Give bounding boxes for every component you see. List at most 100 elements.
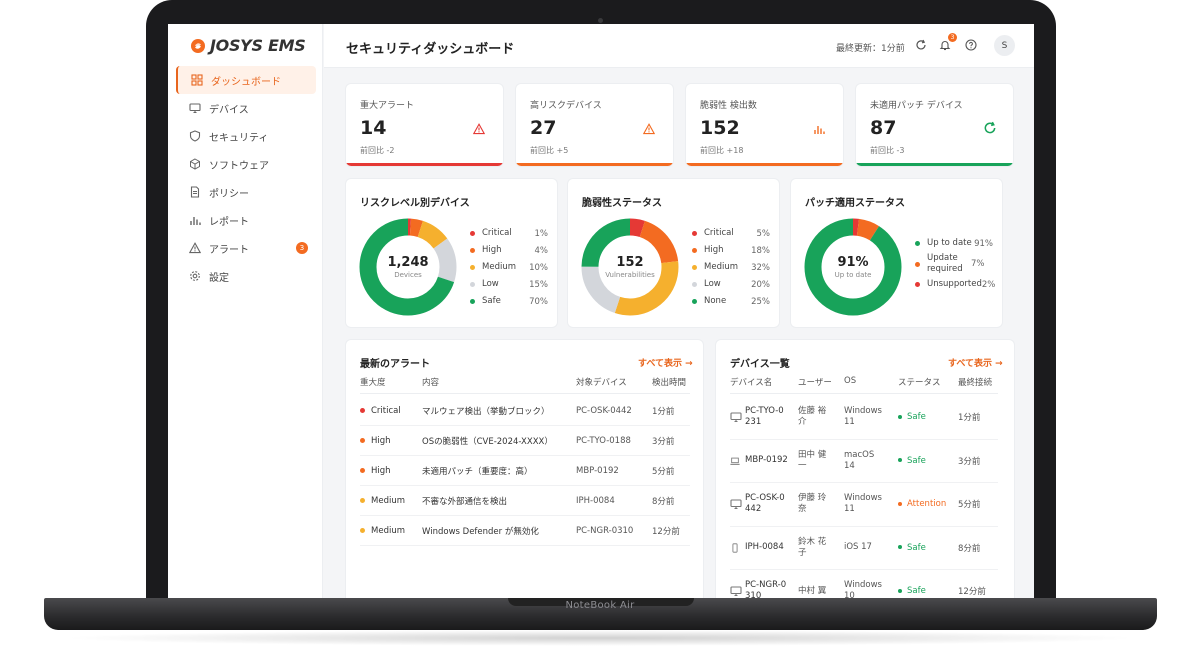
- device-status: Safe: [898, 586, 958, 596]
- donut-chart: [359, 218, 457, 316]
- chart-legend: Critical 5% High 18% Medium 32% Low 20% None 25%: [692, 225, 770, 310]
- table-row[interactable]: High 未適用パッチ（重要度：高） MBP-0192 5分前: [360, 456, 690, 486]
- device-last-seen: 8分前: [958, 543, 981, 554]
- sidebar-item-label: レポート: [209, 216, 249, 228]
- severity-label: High: [371, 435, 391, 446]
- monitor-icon: [188, 101, 202, 115]
- kpi-accent-bar: [346, 163, 503, 166]
- table-row[interactable]: Medium 不審な外部通信を検出 IPH-0084 8分前: [360, 486, 690, 516]
- sidebar-item-5[interactable]: レポート: [176, 206, 316, 234]
- chart-title: リスクレベル別デバイス: [360, 198, 470, 209]
- kpi-accent-bar: [856, 163, 1013, 166]
- sidebar-item-1[interactable]: デバイス: [176, 94, 316, 122]
- monitor-icon: [730, 411, 742, 423]
- table-row[interactable]: High OSの脆弱性（CVE-2024-XXXX） PC-TYO-0188 3分前: [360, 426, 690, 456]
- alert-time: 5分前: [652, 466, 675, 477]
- chart-legend: Critical 1% High 4% Medium 10% Low 15% Safe 70%: [470, 225, 548, 310]
- kpi-value: 152: [700, 117, 740, 139]
- legend-dot: [470, 231, 475, 236]
- devices-card: デバイス一覧 すべて表示 → デバイス名 ユーザー OS ステータス 最終接続 PC-T…: [716, 340, 1014, 598]
- legend-dot: [692, 248, 697, 253]
- column-header: OS: [844, 376, 857, 386]
- column-header: デバイス名: [730, 378, 773, 388]
- shield-icon: [188, 129, 202, 143]
- legend-value: 25%: [751, 296, 770, 307]
- severity-dot: [360, 467, 365, 473]
- table-row[interactable]: PC-TYO-0231 佐藤 裕介 Windows 11 Safe 1分前: [730, 396, 998, 440]
- laptop-shadow: [60, 630, 1140, 646]
- donut-card: リスクレベル別デバイス 1,248 Devices Critical 1% High 4% M…: [346, 179, 557, 327]
- device-user: 田中 健一: [798, 449, 827, 471]
- alert-content: OSの脆弱性（CVE-2024-XXXX）: [422, 436, 553, 447]
- alerts-table-body: Critical マルウェア検出（挙動ブロック） PC-OSK-0442 1分前 Hig…: [360, 396, 690, 546]
- sidebar-item-3[interactable]: ソフトウェア: [176, 150, 316, 178]
- kpi-accent-bar: [686, 163, 843, 166]
- legend-value: 15%: [529, 279, 548, 290]
- table-row[interactable]: Medium Windows Defender が無効化 PC-NGR-0310 12…: [360, 516, 690, 546]
- severity-label: High: [371, 465, 391, 476]
- device-name-cell: PC-NGR-0310: [730, 580, 798, 598]
- alerts-table-header: 重大度 内容 対象デバイス 検出時間: [360, 376, 690, 394]
- user-avatar[interactable]: S: [994, 35, 1015, 56]
- last-updated: 最終更新：1分前: [836, 44, 905, 54]
- devices-see-all-link[interactable]: すべて表示 →: [948, 356, 1003, 369]
- column-header: 対象デバイス: [576, 378, 627, 388]
- device-os: Windows 10: [844, 580, 882, 598]
- kpi-card[interactable]: 脆弱性 検出数 152 前回比 +18: [686, 84, 843, 166]
- legend-dot: [470, 299, 475, 304]
- legend-dot: [915, 282, 920, 287]
- alert-content: Windows Defender が無効化: [422, 526, 539, 537]
- kpi-value: 87: [870, 117, 897, 139]
- table-row[interactable]: PC-NGR-0310 中村 翼 Windows 10 Safe 12分前: [730, 570, 998, 598]
- device-name: PC-OSK-0442: [745, 493, 785, 515]
- legend-dot: [470, 265, 475, 270]
- logo-icon: [191, 38, 205, 53]
- table-row[interactable]: PC-OSK-0442 伊藤 玲奈 Windows 11 Attention 5分前: [730, 483, 998, 527]
- kpi-card[interactable]: 重大アラート 14 前回比 -2: [346, 84, 503, 166]
- warning-icon: [472, 120, 487, 135]
- severity-dot: [360, 437, 365, 443]
- legend-value: 5%: [756, 228, 771, 239]
- monitor-icon: [730, 498, 742, 510]
- device-last-seen: 1分前: [958, 413, 981, 424]
- sidebar: JOSYS EMS ダッシュボード デバイス セキュリティ ソフトウェア ポリシーレポー…: [168, 24, 323, 598]
- kpi-card[interactable]: 高リスクデバイス 27 前回比 +5: [516, 84, 673, 166]
- sidebar-item-7[interactable]: 設定: [176, 262, 316, 290]
- kpi-delta: 前回比 +5: [530, 146, 569, 155]
- alert-time: 8分前: [652, 496, 675, 507]
- chart-title: 脆弱性ステータス: [582, 198, 662, 209]
- legend-value: 18%: [751, 245, 770, 256]
- table-row[interactable]: IPH-0084 鈴木 花子 iOS 17 Safe 8分前: [730, 527, 998, 570]
- donut-segment-up-to-date[interactable]: [804, 218, 902, 316]
- legend-name: Safe: [482, 296, 501, 306]
- legend-item: Update required 7%: [915, 252, 993, 276]
- table-row[interactable]: Critical マルウェア検出（挙動ブロック） PC-OSK-0442 1分前: [360, 396, 690, 426]
- kpi-card[interactable]: 未適用パッチ デバイス 87 前回比 -3: [856, 84, 1013, 166]
- laptop-icon: [730, 456, 742, 466]
- status-label: Attention: [907, 499, 947, 510]
- device-name: PC-TYO-0231: [745, 406, 784, 428]
- sidebar-item-4[interactable]: ポリシー: [176, 178, 316, 206]
- sidebar-item-2[interactable]: セキュリティ: [176, 122, 316, 150]
- table-row[interactable]: MBP-0192 田中 健一 macOS 14 Safe 3分前: [730, 440, 998, 483]
- legend-dot: [915, 261, 920, 267]
- kpi-delta: 前回比 -3: [870, 146, 905, 155]
- legend-item: Medium 10%: [470, 259, 548, 276]
- kpi-label: 高リスクデバイス: [530, 101, 602, 111]
- grid-icon: [190, 73, 204, 87]
- help-icon[interactable]: [964, 38, 978, 52]
- devices-table-header: デバイス名 ユーザー OS ステータス 最終接続: [730, 376, 998, 394]
- logo[interactable]: JOSYS EMS: [190, 36, 306, 55]
- sidebar-item-6[interactable]: アラート 3: [176, 234, 316, 262]
- alerts-see-all-link[interactable]: すべて表示 →: [638, 356, 693, 369]
- alert-device: IPH-0084: [576, 495, 615, 506]
- legend-dot: [692, 282, 697, 287]
- device-label: NoteBook Air: [565, 600, 635, 611]
- app-screen: JOSYS EMS ダッシュボード デバイス セキュリティ ソフトウェア ポリシーレポー…: [168, 24, 1034, 598]
- legend-dot: [692, 299, 697, 304]
- refresh-icon[interactable]: [914, 38, 928, 52]
- refresh-icon: [983, 120, 997, 134]
- device-os: Windows 11: [844, 493, 882, 515]
- kpi-label: 脆弱性 検出数: [700, 101, 757, 111]
- sidebar-item-0[interactable]: ダッシュボード: [176, 66, 316, 94]
